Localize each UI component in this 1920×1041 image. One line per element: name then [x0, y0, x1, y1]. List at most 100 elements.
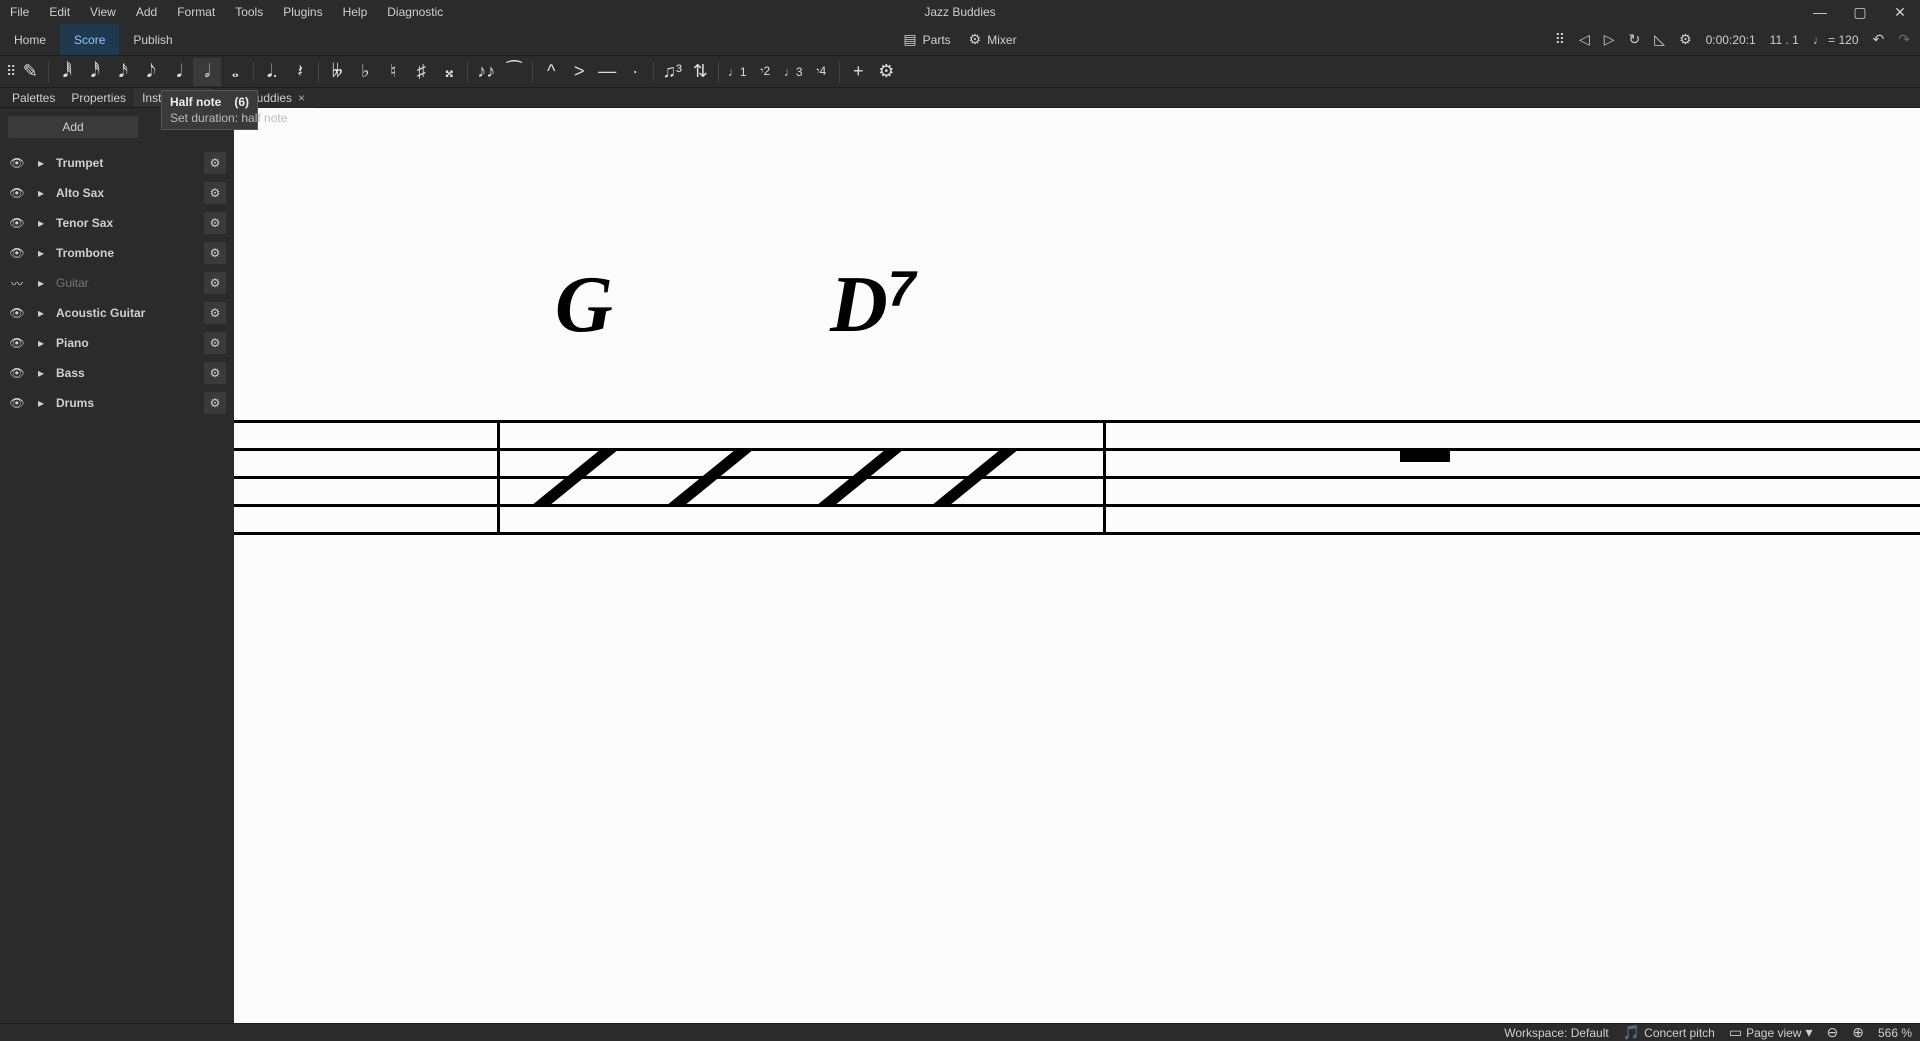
visibility-toggle[interactable]: 👁 [8, 216, 26, 230]
instrument-settings[interactable]: ⚙ [204, 212, 226, 234]
accidental-natural[interactable]: ♮ [379, 58, 407, 86]
instrument-settings[interactable]: ⚙ [204, 332, 226, 354]
instrument-row[interactable]: 👁 ▸ Drums ⚙ [8, 388, 226, 418]
play-button[interactable]: ▷ [1604, 31, 1615, 48]
slash-note[interactable] [830, 450, 890, 505]
visibility-toggle[interactable]: 👁 [8, 156, 26, 170]
accidental-flat[interactable]: ♭ [351, 58, 379, 86]
undo-button[interactable]: ↶ [1873, 31, 1885, 48]
instrument-settings[interactable]: ⚙ [204, 272, 226, 294]
rest-toggle[interactable]: 𝄽 [286, 58, 314, 86]
menu-help[interactable]: Help [333, 0, 378, 24]
accidental-double-flat[interactable]: 𝄫 [323, 58, 351, 86]
score-canvas[interactable]: G D7 [234, 108, 1920, 1023]
playback-settings-button[interactable]: ⚙ [1679, 31, 1692, 48]
visibility-toggle[interactable]: 👁 [8, 396, 26, 410]
menu-add[interactable]: Add [126, 0, 167, 24]
slur-button[interactable]: ⁀ [500, 58, 528, 86]
articulation-tenuto[interactable]: ― [593, 58, 621, 86]
toolbar-handle-icon[interactable]: ⠿ [6, 63, 16, 80]
augmentation-dot[interactable]: 𝅘𝅥. [258, 58, 286, 86]
zoom-level[interactable]: 566 % [1878, 1026, 1912, 1040]
instrument-settings[interactable]: ⚙ [204, 182, 226, 204]
tuplet-button[interactable]: ♫³ [658, 58, 686, 86]
panel-tab-properties[interactable]: Properties [63, 88, 134, 107]
expand-icon[interactable]: ▸ [36, 306, 46, 320]
parts-button[interactable]: ▤ Parts [903, 31, 950, 48]
accidental-sharp[interactable]: ♯ [407, 58, 435, 86]
instrument-settings[interactable]: ⚙ [204, 302, 226, 324]
instrument-row[interactable]: 〰 ▸ Guitar ⚙ [8, 268, 226, 298]
note-input-toggle[interactable]: ✎ [16, 58, 44, 86]
drag-handle-icon[interactable]: ⠿ [1555, 31, 1565, 48]
expand-icon[interactable]: ▸ [36, 216, 46, 230]
zoom-out-button[interactable]: ⊖ [1827, 1024, 1839, 1041]
articulation-marcato[interactable]: ^ [537, 58, 565, 86]
expand-icon[interactable]: ▸ [36, 276, 46, 290]
document-tab-close[interactable]: × [298, 91, 305, 105]
window-minimize[interactable]: ― [1800, 0, 1840, 24]
duration-whole[interactable]: 𝅝 [221, 58, 249, 86]
mixer-button[interactable]: ⚙ Mixer [969, 31, 1017, 48]
duration-8th[interactable]: 𝅘𝅥𝅮 [137, 58, 165, 86]
instrument-row[interactable]: 👁 ▸ Tenor Sax ⚙ [8, 208, 226, 238]
instrument-settings[interactable]: ⚙ [204, 242, 226, 264]
rewind-button[interactable]: ◁ [1579, 31, 1590, 48]
add-instrument-button[interactable]: Add [8, 116, 138, 138]
workspace-selector[interactable]: Workspace: Default [1504, 1026, 1609, 1040]
expand-icon[interactable]: ▸ [36, 186, 46, 200]
menu-diagnostic[interactable]: Diagnostic [377, 0, 453, 24]
instrument-settings[interactable]: ⚙ [204, 362, 226, 384]
voice-1[interactable]: ♩1 [723, 58, 751, 86]
duration-16th[interactable]: 𝅘𝅥𝅯 [109, 58, 137, 86]
instrument-row[interactable]: 👁 ▸ Piano ⚙ [8, 328, 226, 358]
instrument-settings[interactable]: ⚙ [204, 152, 226, 174]
menu-file[interactable]: File [0, 0, 39, 24]
metronome-button[interactable]: ◺ [1654, 31, 1665, 48]
voice-4[interactable]: 𝄾4 [807, 58, 835, 86]
panel-tab-palettes[interactable]: Palettes [4, 88, 63, 107]
expand-icon[interactable]: ▸ [36, 366, 46, 380]
instrument-row[interactable]: 👁 ▸ Bass ⚙ [8, 358, 226, 388]
concert-pitch-toggle[interactable]: 🎵 Concert pitch [1623, 1024, 1715, 1041]
voice-2[interactable]: 𝄾2 [751, 58, 779, 86]
slash-note[interactable] [680, 450, 740, 505]
visibility-toggle[interactable]: 👁 [8, 306, 26, 320]
articulation-accent[interactable]: > [565, 58, 593, 86]
tab-home[interactable]: Home [0, 24, 60, 55]
instrument-row[interactable]: 👁 ▸ Acoustic Guitar ⚙ [8, 298, 226, 328]
instrument-row[interactable]: 👁 ▸ Alto Sax ⚙ [8, 178, 226, 208]
menu-edit[interactable]: Edit [39, 0, 80, 24]
voice-3[interactable]: ♩3 [779, 58, 807, 86]
instrument-settings[interactable]: ⚙ [204, 392, 226, 414]
expand-icon[interactable]: ▸ [36, 246, 46, 260]
menu-plugins[interactable]: Plugins [273, 0, 332, 24]
chord-symbol[interactable]: G [555, 260, 613, 351]
menu-view[interactable]: View [80, 0, 126, 24]
visibility-toggle[interactable]: 👁 [8, 186, 26, 200]
visibility-toggle[interactable]: 〰 [8, 275, 26, 292]
add-element[interactable]: + [844, 58, 872, 86]
accidental-double-sharp[interactable]: 𝄪 [435, 58, 463, 86]
expand-icon[interactable]: ▸ [36, 156, 46, 170]
slash-note[interactable] [945, 450, 1005, 505]
visibility-toggle[interactable]: 👁 [8, 336, 26, 350]
toolbar-settings[interactable]: ⚙ [872, 58, 900, 86]
instrument-row[interactable]: 👁 ▸ Trombone ⚙ [8, 238, 226, 268]
redo-button[interactable]: ↷ [1898, 31, 1910, 48]
expand-icon[interactable]: ▸ [36, 396, 46, 410]
chord-symbol[interactable]: D7 [830, 260, 916, 351]
instrument-row[interactable]: 👁 ▸ Trumpet ⚙ [8, 148, 226, 178]
loop-button[interactable]: ↻ [1629, 31, 1641, 48]
slash-note[interactable] [545, 450, 605, 505]
visibility-toggle[interactable]: 👁 [8, 366, 26, 380]
visibility-toggle[interactable]: 👁 [8, 246, 26, 260]
duration-64th[interactable]: 𝅘𝅥𝅱 [53, 58, 81, 86]
menu-format[interactable]: Format [167, 0, 225, 24]
page-view-toggle[interactable]: ▭ Page view ▾ [1729, 1024, 1813, 1041]
expand-icon[interactable]: ▸ [36, 336, 46, 350]
duration-quarter[interactable]: 𝅘𝅥 [165, 58, 193, 86]
whole-rest[interactable] [1400, 450, 1450, 462]
flip-direction[interactable]: ⇅ [686, 58, 714, 86]
zoom-in-button[interactable]: ⊕ [1852, 1024, 1864, 1041]
